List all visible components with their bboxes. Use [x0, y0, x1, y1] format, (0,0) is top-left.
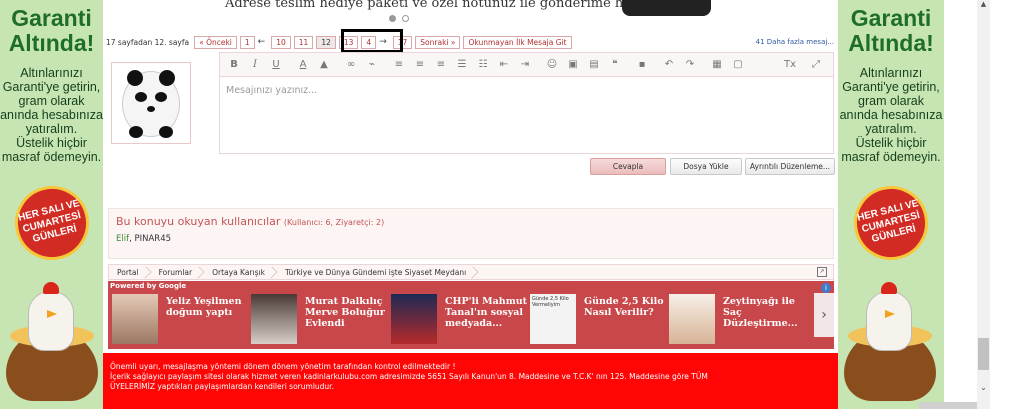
readers-list: Elif, PINAR45: [109, 228, 833, 244]
reply-actions: Cevapla Dosya Yükle Ayrıntılı Düzenleme.…: [103, 158, 838, 178]
news-title: Yeliz Yeşilmen doğum yaptı: [166, 296, 242, 318]
news-thumbnail: [112, 294, 158, 344]
carousel-next-button[interactable]: [622, 0, 711, 16]
page-link-12-current: 12: [316, 35, 336, 49]
message-placeholder: Mesajınızı yazınız...: [226, 85, 318, 96]
panda-avatar-icon: [122, 70, 180, 138]
news-title: Günde 2,5 Kilo Nasıl Verilir?: [584, 296, 664, 318]
page-link-11[interactable]: 11: [293, 35, 314, 49]
reply-button[interactable]: Cevapla: [590, 158, 666, 175]
more-messages-link[interactable]: 41 Daha fazla mesaj...: [756, 38, 834, 46]
smiley-icon[interactable]: ☺: [544, 57, 560, 73]
redo-icon[interactable]: ↷: [682, 57, 698, 73]
editor-toolbar: B I U A ▲ ∞ ⌁ ≡ ≡ ≡ ☰ ☷ ⇤ ⇥ ☺ ▣ ▤ ❝ ▪ ↶ …: [220, 53, 833, 77]
outdent-icon[interactable]: ⇤: [496, 57, 512, 73]
arrow-left-icon: ←: [257, 37, 266, 47]
preview-icon[interactable]: ▢: [730, 57, 746, 73]
powered-by-label: Powered by Google: [110, 282, 187, 290]
vertical-scrollbar[interactable]: ▲ ⌄: [977, 0, 990, 409]
readers-counts: (Kullanıcı: 6, Ziyaretçi: 2): [283, 218, 385, 227]
breadcrumb-forums[interactable]: Forumlar: [151, 265, 205, 279]
advanced-edit-button[interactable]: Ayrıntılı Düzenleme...: [745, 158, 835, 175]
bullet-list-icon[interactable]: ☷: [475, 57, 491, 73]
carousel-dots: [389, 15, 409, 22]
ad-title: Garanti Altında!: [8, 5, 95, 56]
horizontal-scrollbar[interactable]: [919, 402, 977, 409]
clear-format-button[interactable]: Tx: [782, 57, 798, 73]
align-left-icon[interactable]: ≡: [391, 57, 407, 73]
news-thumbnail: Günde 2,5 Kilo Vermeliyim: [530, 294, 576, 344]
font-color-button[interactable]: A: [295, 57, 311, 73]
ad-badge: HER SALI VE CUMARTESİ GÜNLERİ: [846, 178, 936, 268]
breadcrumb: Portal Forumlar Ortaya Karışık Türkiye v…: [108, 264, 834, 280]
quick-reply: B I U A ▲ ∞ ⌁ ≡ ≡ ≡ ☰ ☷ ⇤ ⇥ ☺ ▣ ▤ ❝ ▪ ↶ …: [103, 52, 838, 158]
reader-user-link[interactable]: Elif: [116, 234, 129, 244]
ad-text: Altınlarınızı Garanti'ye getirin, gram o…: [839, 66, 943, 164]
news-thumbnail: [251, 294, 297, 344]
top-banner-ad[interactable]: Adrese teslim hediye paketi ve özel notu…: [103, 0, 838, 32]
reader-user-link[interactable]: , PINAR45: [129, 234, 171, 244]
unlink-icon[interactable]: ⌁: [364, 57, 380, 73]
upload-file-button[interactable]: Dosya Yükle: [670, 158, 742, 175]
news-title: Murat Dalkılıç Merve Boluğur Evlendi: [305, 296, 385, 329]
expand-editor-icon[interactable]: ⤢: [808, 57, 824, 73]
image-icon[interactable]: ▣: [565, 57, 581, 73]
main-content: Adrese teslim hediye paketi ve özel notu…: [103, 0, 838, 409]
news-title: CHP'li Mahmut Tanal'ın sosyal medyada...: [445, 296, 528, 329]
ordered-list-icon[interactable]: ☰: [454, 57, 470, 73]
ad-text: Altınlarınızı Garanti'ye getirin, gram o…: [0, 66, 103, 164]
highlight-icon[interactable]: ▲: [316, 57, 332, 73]
breadcrumb-category[interactable]: Ortaya Karışık: [204, 265, 277, 279]
save-icon[interactable]: ▪: [634, 57, 650, 73]
news-title: Zeytinyağı ile Saç Düzleştirme...: [723, 296, 798, 329]
italic-button[interactable]: I: [247, 57, 263, 73]
carousel-dot[interactable]: [402, 15, 409, 22]
scroll-up-icon[interactable]: ▲: [977, 0, 990, 12]
pagination: 17 sayfadan 12. sayfa « Önceki 1 ← 10 11…: [103, 29, 838, 53]
link-icon[interactable]: ∞: [343, 57, 359, 73]
left-side-ad[interactable]: Garanti Altında! Altınlarınızı Garanti'y…: [0, 0, 103, 409]
first-unread-button[interactable]: Okunmayan İlk Mesaja Git: [463, 35, 572, 49]
next-page-button[interactable]: Sonraki »: [415, 35, 461, 49]
info-icon[interactable]: i: [821, 283, 831, 293]
message-input[interactable]: Mesajınızı yazınız...: [220, 77, 833, 104]
indent-icon[interactable]: ⇥: [517, 57, 533, 73]
ad-title: Garanti Altında!: [848, 5, 934, 56]
prev-page-button[interactable]: « Önceki: [194, 35, 237, 49]
news-thumbnail: [391, 294, 437, 344]
source-icon[interactable]: ▦: [709, 57, 725, 73]
bold-button[interactable]: B: [226, 57, 242, 73]
undo-icon[interactable]: ↶: [661, 57, 677, 73]
breadcrumb-portal[interactable]: Portal: [109, 265, 151, 279]
news-next-button[interactable]: ›: [814, 293, 834, 337]
align-center-icon[interactable]: ≡: [412, 57, 428, 73]
quote-icon[interactable]: ❝: [607, 57, 623, 73]
page-link-1[interactable]: 1: [239, 35, 255, 49]
ad-badge: HER SALI VE CUMARTESİ GÜNLERİ: [6, 178, 97, 268]
breadcrumb-forum[interactable]: Türkiye ve Dünya Gündemi işte Siyaset Me…: [277, 265, 478, 279]
news-thumbnail: [669, 294, 715, 344]
media-icon[interactable]: ▤: [586, 57, 602, 73]
page-link-10[interactable]: 10: [271, 35, 291, 49]
annotation-highlight-box: [341, 29, 403, 53]
scroll-down-icon[interactable]: ⌄: [977, 383, 990, 395]
chicken-mascot-icon: [866, 282, 912, 351]
chicken-mascot-icon: [28, 282, 74, 351]
readers-title: Bu konuyu okuyan kullanıcılar (Kullanıcı…: [116, 215, 385, 228]
scroll-thumb[interactable]: [978, 338, 989, 370]
right-side-ad[interactable]: Garanti Altında! Altınlarınızı Garanti'y…: [838, 0, 944, 409]
legal-warning: Önemli uyarı, mesajlaşma yöntemi dönem d…: [103, 353, 838, 409]
expand-icon[interactable]: ↗: [817, 267, 827, 277]
sponsored-news-widget: Powered by Google i Yeliz Yeşilmen doğum…: [108, 281, 834, 349]
top-ad-text: Adrese teslim hediye paketi ve özel notu…: [225, 0, 649, 11]
carousel-dot[interactable]: [389, 15, 396, 22]
message-editor: B I U A ▲ ∞ ⌁ ≡ ≡ ≡ ☰ ☷ ⇤ ⇥ ☺ ▣ ▤ ❝ ▪ ↶ …: [219, 52, 834, 154]
underline-button[interactable]: U: [268, 57, 284, 73]
align-right-icon[interactable]: ≡: [433, 57, 449, 73]
page-count-label: 17 sayfadan 12. sayfa: [106, 37, 190, 47]
avatar[interactable]: [111, 62, 191, 144]
thread-readers: Bu konuyu okuyan kullanıcılar (Kullanıcı…: [108, 208, 834, 259]
